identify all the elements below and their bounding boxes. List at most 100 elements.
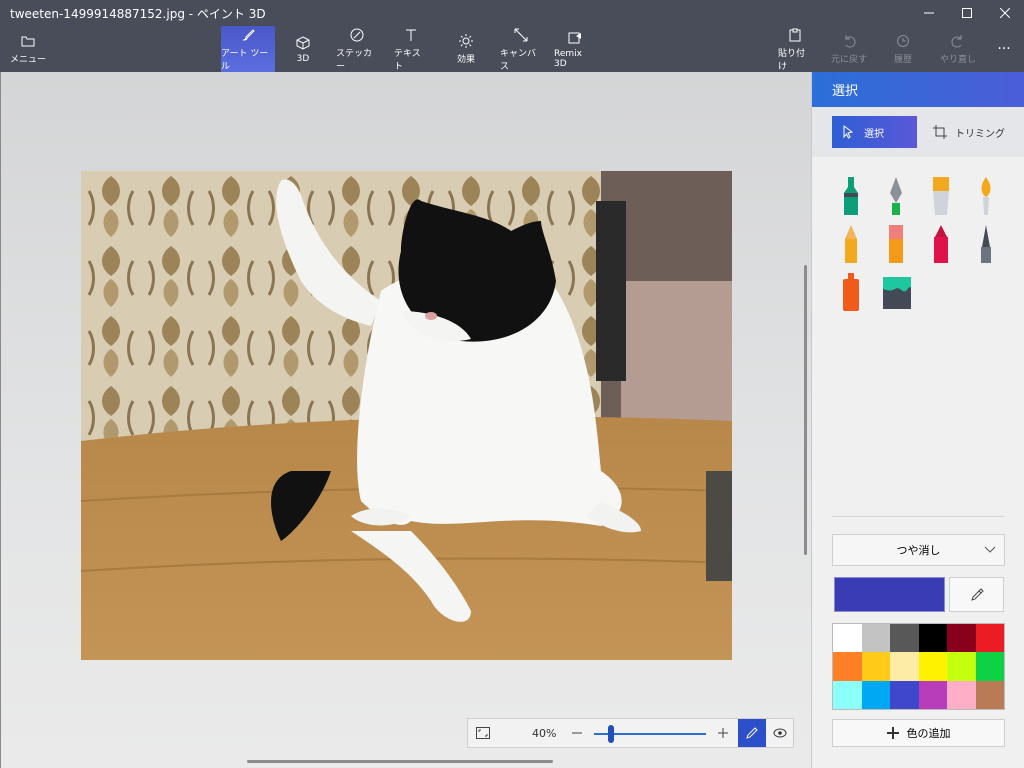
crayon-icon[interactable] (929, 225, 953, 265)
color-palette (832, 623, 1005, 710)
oil-brush-icon[interactable] (929, 177, 953, 217)
main-toolbar: メニュー アート ツール 3D ステッカー テキスト 効果 キャンバス Remi… (0, 26, 1024, 72)
more-icon: ··· (997, 41, 1011, 57)
effects-label: 効果 (456, 55, 475, 65)
brush-icon (239, 27, 257, 43)
sun-icon (457, 33, 475, 49)
text-icon (402, 27, 420, 43)
canvas-label: キャンバス (500, 48, 537, 72)
add-color-label: 色の追加 (906, 727, 951, 740)
zoom-level: 40% (532, 726, 557, 740)
chevron-down-icon (984, 546, 996, 553)
remix-icon (566, 30, 584, 46)
palette-swatch[interactable] (890, 624, 919, 653)
palette-swatch[interactable] (975, 624, 1004, 653)
cursor-icon (843, 125, 854, 139)
canvas-button[interactable]: キャンバス (500, 26, 542, 72)
tab-select[interactable]: 選択 (832, 116, 917, 148)
add-color-button[interactable]: 色の追加 (832, 719, 1005, 747)
redo-label: やり直し (940, 55, 977, 65)
zoom-slider-thumb[interactable] (607, 725, 614, 743)
spray-can-icon[interactable] (839, 273, 863, 313)
eraser-icon[interactable] (884, 225, 908, 265)
palette-swatch[interactable] (947, 624, 976, 653)
palette-swatch[interactable] (918, 652, 947, 681)
stickers-button[interactable]: ステッカー (336, 26, 378, 72)
window-controls (910, 0, 1024, 26)
palette-swatch[interactable] (833, 652, 862, 681)
fit-to-screen-icon[interactable] (468, 719, 498, 747)
palette-swatch[interactable] (861, 680, 890, 709)
crop-icon (933, 125, 947, 139)
plus-icon (886, 727, 899, 739)
palette-swatch[interactable] (975, 680, 1004, 709)
side-panel: 選択 選択 トリミング つや消し 色の追加 (811, 72, 1024, 768)
watercolor-icon[interactable] (974, 177, 998, 217)
calligraphy-pen-icon[interactable] (884, 177, 908, 217)
history-label: 履歴 (893, 55, 912, 65)
palette-swatch[interactable] (947, 680, 976, 709)
palette-swatch[interactable] (890, 680, 919, 709)
eyedropper-button[interactable] (949, 577, 1004, 612)
canvas-resize-icon (512, 27, 530, 43)
tab-crop[interactable]: トリミング (923, 116, 1015, 148)
marker-icon[interactable] (839, 177, 863, 217)
palette-swatch[interactable] (947, 652, 976, 681)
clipboard-icon (786, 27, 804, 43)
3d-shapes-button[interactable]: 3D (288, 26, 318, 72)
panel-divider (832, 516, 1004, 517)
canvas-image[interactable] (81, 171, 732, 660)
view-mode-button[interactable] (766, 719, 794, 747)
undo-label: 元に戻す (830, 55, 867, 65)
remix-3d-button[interactable]: Remix 3D (554, 26, 596, 72)
effects-button[interactable]: 効果 (452, 26, 480, 72)
eye-icon (773, 728, 787, 738)
text-label: テキスト (394, 48, 421, 72)
panel-tabs: 選択 トリミング (812, 107, 1024, 157)
horizontal-scrollbar[interactable] (247, 760, 553, 763)
history-icon (894, 33, 912, 49)
art-tools-label: アート ツール (221, 48, 269, 72)
pixel-pen-icon[interactable] (974, 225, 998, 265)
maximize-icon[interactable] (948, 0, 986, 26)
title-bar: tweeten-1499914887152.jpg - ペイント 3D (0, 0, 1024, 26)
edit-mode-button[interactable] (738, 719, 766, 747)
pencil-icon[interactable] (839, 225, 863, 265)
paste-button[interactable]: 貼り付け (778, 26, 812, 72)
history-button[interactable]: 履歴 (890, 26, 916, 72)
folder-icon (19, 33, 37, 49)
sticker-icon (348, 27, 366, 43)
undo-icon (840, 33, 858, 49)
fill-bucket-icon[interactable] (882, 273, 911, 313)
vertical-scrollbar[interactable] (804, 265, 807, 555)
text-button[interactable]: テキスト (394, 26, 428, 72)
window-title: tweeten-1499914887152.jpg - ペイント 3D (10, 6, 266, 21)
zoom-in-icon[interactable] (714, 719, 732, 747)
close-icon[interactable] (986, 0, 1024, 26)
panel-header: 選択 (812, 72, 1024, 107)
palette-swatch[interactable] (861, 652, 890, 681)
panel-title: 選択 (832, 84, 859, 99)
3d-label: 3D (296, 53, 310, 64)
palette-swatch[interactable] (890, 652, 919, 681)
art-tools-button[interactable]: アート ツール (221, 26, 275, 72)
remix-label: Remix 3D (554, 48, 582, 69)
pen-icon (746, 727, 758, 739)
menu-button[interactable]: メニュー (10, 26, 46, 72)
palette-swatch[interactable] (918, 624, 947, 653)
palette-swatch[interactable] (918, 680, 947, 709)
finish-dropdown[interactable]: つや消し (832, 534, 1005, 566)
finish-dropdown-value: つや消し (896, 544, 941, 557)
minimize-icon[interactable] (910, 0, 948, 26)
cat-photo (81, 171, 732, 660)
palette-swatch[interactable] (833, 680, 862, 709)
palette-swatch[interactable] (861, 624, 890, 653)
more-options-button[interactable]: ··· (992, 26, 1016, 72)
palette-swatch[interactable] (975, 652, 1004, 681)
stickers-label: ステッカー (336, 48, 373, 72)
current-color-swatch[interactable] (834, 577, 945, 612)
redo-button[interactable]: やり直し (940, 26, 976, 72)
palette-swatch[interactable] (833, 624, 862, 653)
undo-button[interactable]: 元に戻す (830, 26, 868, 72)
zoom-out-icon[interactable] (568, 719, 586, 747)
